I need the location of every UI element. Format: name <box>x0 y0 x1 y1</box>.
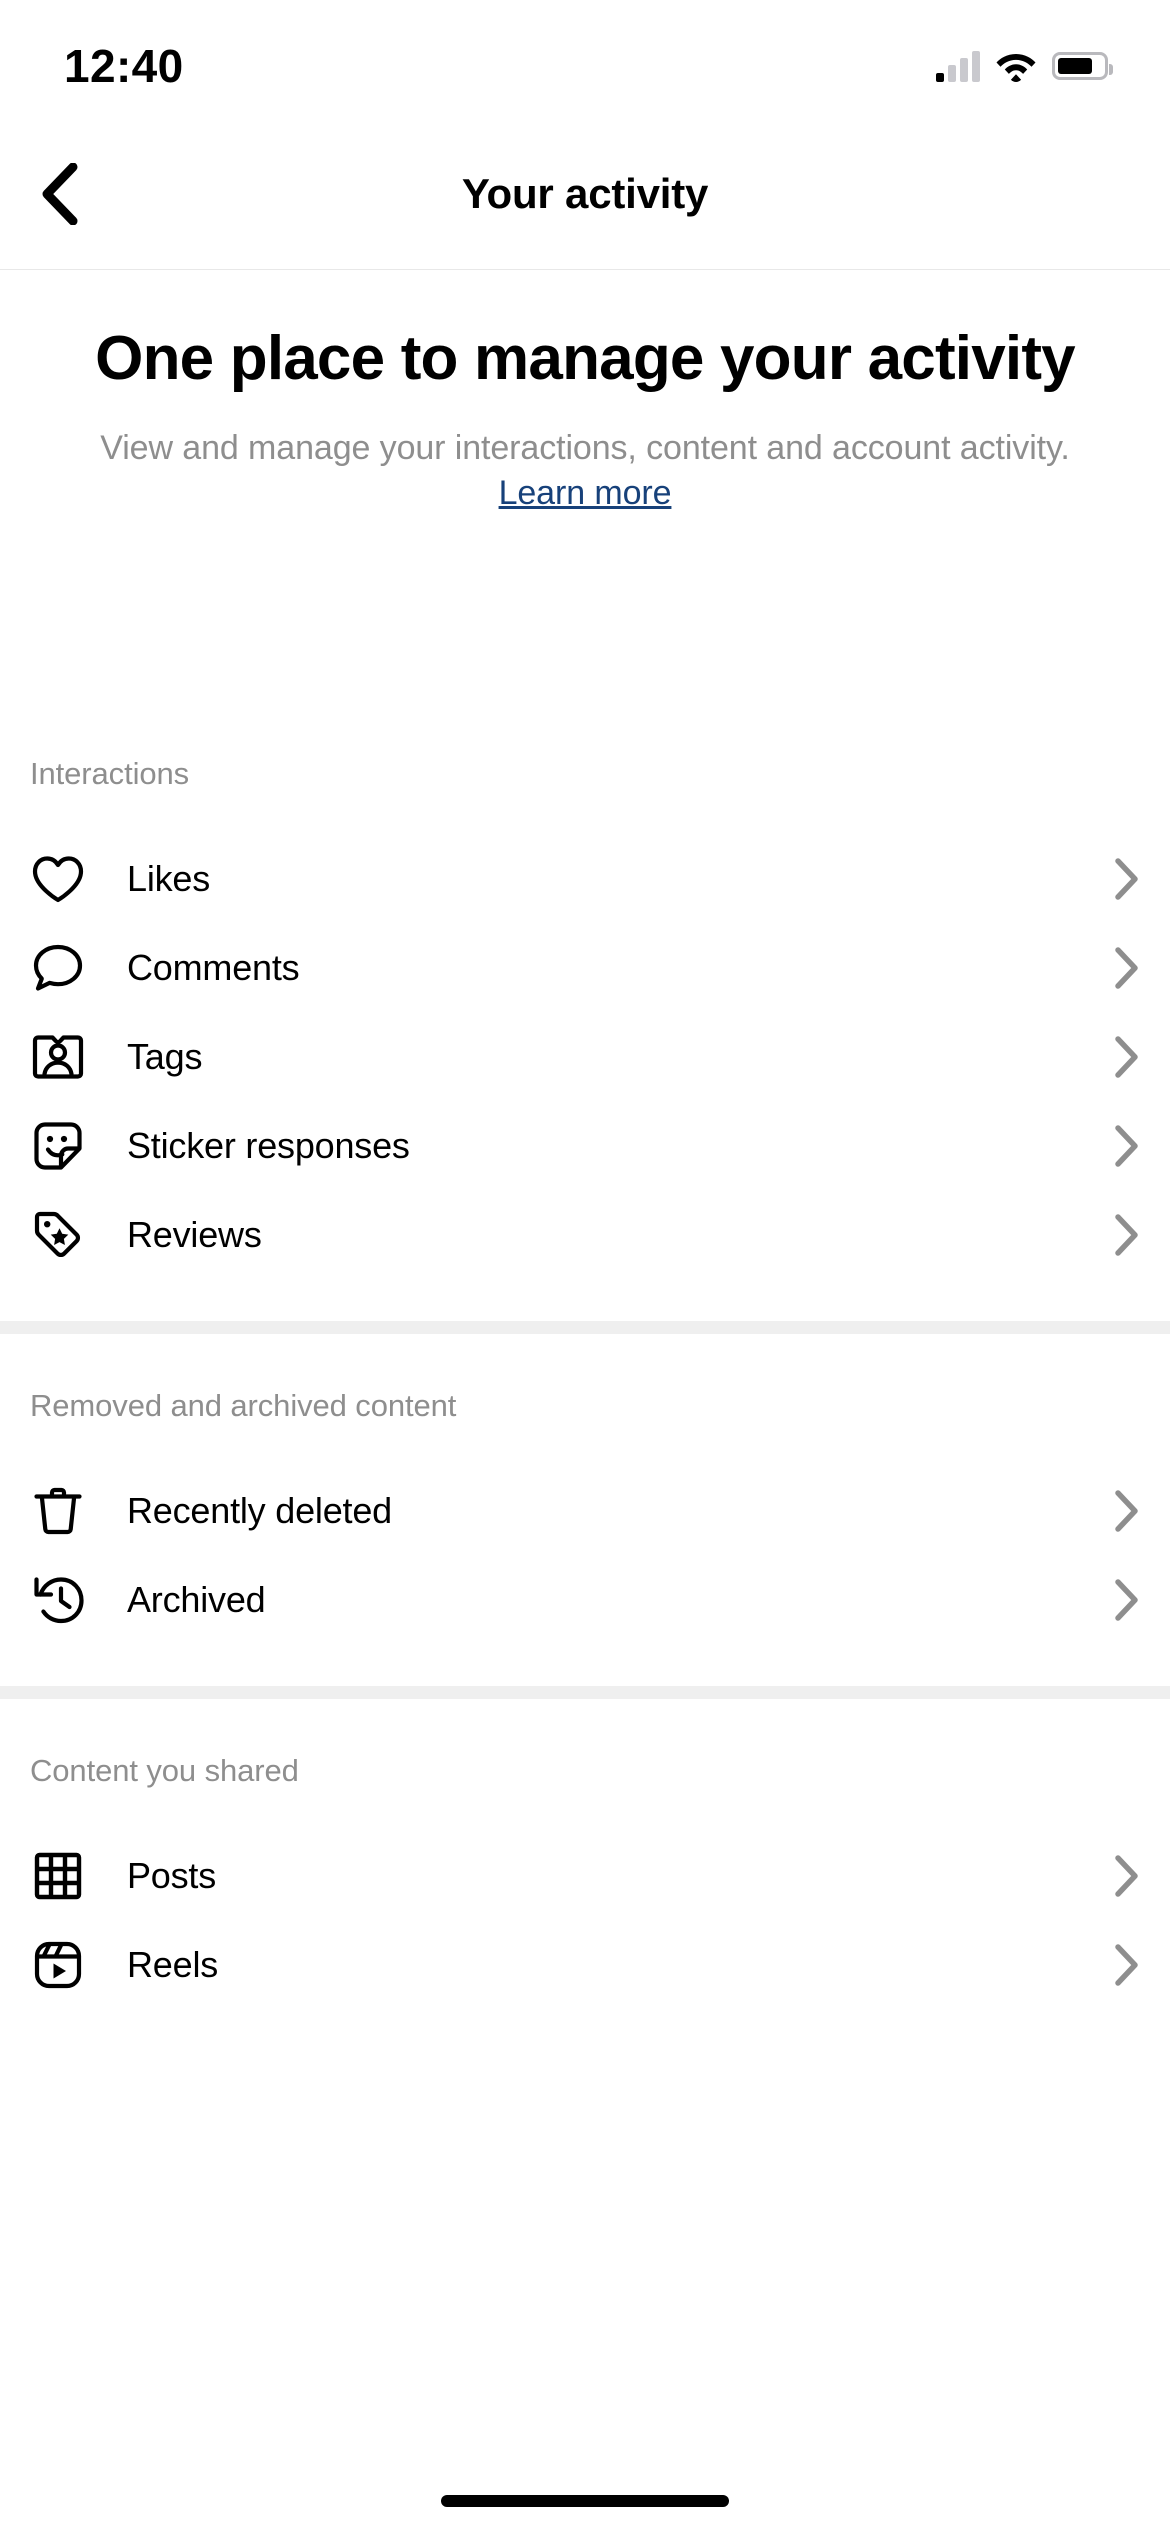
chevron-right-icon <box>1100 1578 1140 1621</box>
chevron-right-icon <box>1100 1854 1140 1897</box>
list-item-label: Reviews <box>127 1213 262 1255</box>
section-bottom-space <box>0 1644 1170 1686</box>
trash-icon <box>30 1483 86 1539</box>
list-item-label: Tags <box>127 1035 203 1077</box>
list-item-reviews[interactable]: Reviews <box>0 1190 1170 1279</box>
page-title: Your activity <box>461 169 709 217</box>
battery-icon <box>1052 52 1113 80</box>
reels-icon <box>30 1937 86 1993</box>
navigation-bar: Your activity <box>0 118 1170 270</box>
home-indicator <box>441 2495 729 2507</box>
hero-title: One place to manage your activity <box>95 324 1076 393</box>
section-title: Removed and archived content <box>30 1388 457 1423</box>
list-item-label: Recently deleted <box>127 1489 392 1531</box>
chevron-right-icon <box>1100 1213 1140 1256</box>
chevron-right-icon <box>1100 857 1140 900</box>
sticker-icon <box>30 1118 86 1174</box>
screen: 12:40 Your activity One place to manage … <box>0 0 1170 2532</box>
hero-subtitle-text: View and manage your interactions, conte… <box>100 429 1070 468</box>
list-item-likes[interactable]: Likes <box>0 834 1170 923</box>
list-item-reels[interactable]: Reels <box>0 1920 1170 2009</box>
section-title: Content you shared <box>30 1753 299 1788</box>
list-item-archived[interactable]: Archived <box>0 1555 1170 1644</box>
list-item-label: Likes <box>127 857 211 899</box>
list-item-sticker-responses[interactable]: Sticker responses <box>0 1101 1170 1190</box>
back-button[interactable] <box>18 152 102 236</box>
tag-person-icon <box>30 1029 86 1085</box>
list-item-posts[interactable]: Posts <box>0 1831 1170 1920</box>
hero-subtitle: View and manage your interactions, conte… <box>88 426 1082 514</box>
learn-more-link[interactable]: Learn more <box>499 474 672 512</box>
chevron-right-icon <box>1100 1035 1140 1078</box>
list-item-label: Reels <box>127 1943 219 1985</box>
cellular-signal-icon <box>936 50 980 82</box>
history-clock-icon <box>30 1572 86 1628</box>
section-separator <box>0 1686 1170 1699</box>
status-bar: 12:40 <box>0 0 1170 118</box>
section-title: Interactions <box>30 756 190 791</box>
chevron-right-icon <box>1100 1489 1140 1532</box>
hero-section: One place to manage your activity View a… <box>0 270 1170 515</box>
activity-list: Interactions Likes Comments Tags Sticker res… <box>0 722 1170 2009</box>
heart-icon <box>30 851 86 907</box>
list-item-comments[interactable]: Comments <box>0 923 1170 1012</box>
status-time: 12:40 <box>64 40 184 92</box>
section-content-you-shared: Content you shared Posts Reels <box>0 1699 1170 2009</box>
chevron-left-icon <box>40 162 80 225</box>
chevron-right-icon <box>1100 946 1140 989</box>
chevron-right-icon <box>1100 1943 1140 1986</box>
price-tag-star-icon <box>30 1207 86 1263</box>
section-interactions: Interactions Likes Comments Tags Sticker res… <box>0 722 1170 1321</box>
section-bottom-space <box>0 1279 1170 1321</box>
chevron-right-icon <box>1100 1124 1140 1167</box>
list-item-label: Archived <box>127 1578 266 1620</box>
grid-icon <box>30 1848 86 1904</box>
wifi-icon <box>995 51 1037 82</box>
list-item-recently-deleted[interactable]: Recently deleted <box>0 1466 1170 1555</box>
comment-icon <box>30 940 86 996</box>
section-separator <box>0 1321 1170 1334</box>
section-removed-and-archived-content: Removed and archived content Recently del… <box>0 1334 1170 1686</box>
list-item-label: Posts <box>127 1854 217 1896</box>
list-item-label: Sticker responses <box>127 1124 410 1166</box>
list-item-tags[interactable]: Tags <box>0 1012 1170 1101</box>
status-icons <box>936 50 1113 82</box>
list-item-label: Comments <box>127 946 300 988</box>
